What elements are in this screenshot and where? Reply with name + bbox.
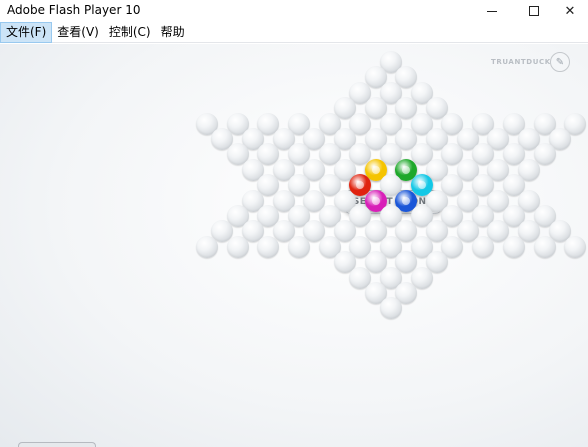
window-title: Adobe Flash Player 10 xyxy=(7,3,141,17)
menu-bar: 文件(F) 查看(V) 控制(C) 帮助 xyxy=(0,22,588,43)
board-hole[interactable] xyxy=(533,235,556,258)
board-hole[interactable] xyxy=(380,297,402,320)
board-hole[interactable] xyxy=(472,235,495,258)
menu-file[interactable]: 文件(F) xyxy=(0,22,53,43)
minimize-icon xyxy=(487,10,497,12)
game-canvas[interactable]: TRUANTDUCK ✎ SELECT STONE xyxy=(0,44,588,447)
board-hole[interactable] xyxy=(226,235,249,258)
board-hole[interactable] xyxy=(257,235,280,258)
maximize-icon xyxy=(529,6,539,16)
bottom-tab[interactable] xyxy=(18,442,96,447)
duck-icon[interactable]: ✎ xyxy=(550,52,570,72)
close-button[interactable]: ✕ xyxy=(548,0,588,22)
menu-view[interactable]: 查看(V) xyxy=(52,22,104,43)
menu-help[interactable]: 帮助 xyxy=(156,22,190,43)
board-hole[interactable] xyxy=(287,235,310,258)
board-hole[interactable] xyxy=(195,235,218,258)
board-hole[interactable] xyxy=(564,235,587,258)
board-hole[interactable] xyxy=(502,235,525,258)
title-bar: Adobe Flash Player 10 ✕ xyxy=(0,0,588,22)
close-icon: ✕ xyxy=(564,3,576,19)
minimize-button[interactable] xyxy=(470,0,514,22)
brand-logo-text: TRUANTDUCK xyxy=(491,58,551,66)
menu-control[interactable]: 控制(C) xyxy=(104,22,156,43)
